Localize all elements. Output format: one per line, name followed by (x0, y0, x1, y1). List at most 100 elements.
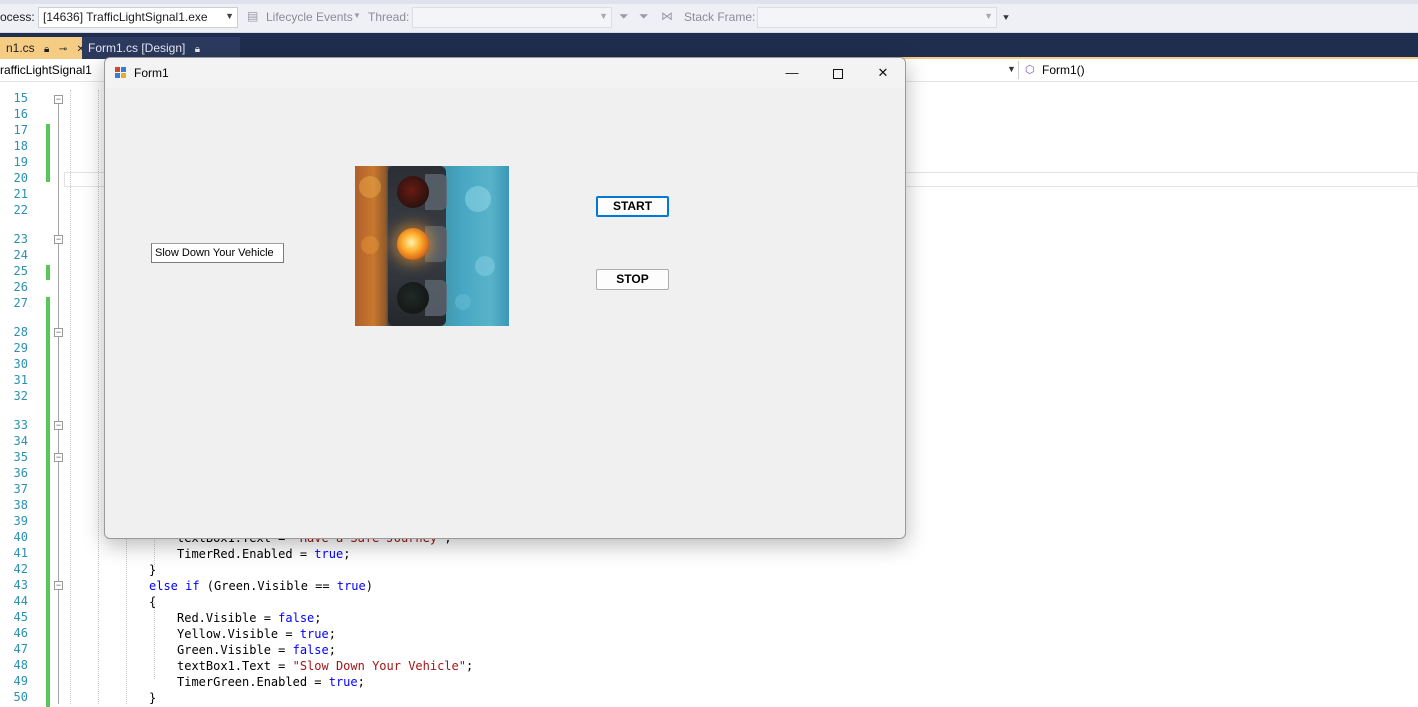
line-number-gutter: 15 16 17 18 19 20 21 22 23 24 25 26 27 28 29 30 31 32 33 34… (0, 90, 28, 705)
indent-guide (154, 602, 155, 679)
line-number: 49 (13, 674, 28, 688)
debug-toolbar: ocess: [14636] TrafficLightSignal1.exe ▼… (0, 0, 1418, 33)
collapse-stacks-icon[interactable]: ⋈ (661, 9, 673, 23)
lifecycle-events-button[interactable]: Lifecycle Events (266, 10, 353, 24)
close-button[interactable]: ✕ (860, 58, 905, 88)
change-indicator (46, 297, 50, 707)
thread-dropdown[interactable]: ▼ (412, 7, 612, 28)
tab-label: Form1.cs [Design] (88, 41, 186, 55)
chevron-down-icon: ▼ (984, 11, 993, 21)
line-number: 39 (13, 514, 28, 528)
yellow-lamp (397, 228, 429, 260)
maximize-button[interactable] (815, 58, 861, 88)
line-number: 36 (13, 466, 28, 480)
method-icon: ⬡ (1025, 64, 1035, 76)
change-indicator (46, 265, 50, 280)
collapse-icon[interactable]: − (54, 235, 63, 244)
pin-icon[interactable]: ⊸ (59, 44, 67, 55)
project-dropdown[interactable]: rafficLightSignal1 (0, 63, 92, 77)
stack-frame-label: Stack Frame: (684, 10, 756, 24)
bokeh-spot (455, 294, 471, 310)
line-number: 25 (13, 264, 28, 278)
tab-label: n1.cs (6, 41, 35, 55)
bokeh-spot (361, 236, 379, 254)
code-line: { (149, 595, 157, 609)
line-number: 22 (13, 203, 28, 217)
outline-line (58, 104, 59, 704)
line-number: 27 (13, 296, 28, 310)
form1-window[interactable]: Form1 — ✕ Slow Down Your Vehicle START S… (104, 57, 906, 539)
green-lamp (397, 282, 429, 314)
red-lamp (397, 176, 429, 208)
bokeh-spot (359, 176, 381, 198)
line-number: 16 (13, 107, 28, 121)
line-number: 38 (13, 498, 28, 512)
line-number: 19 (13, 155, 28, 169)
code-line: TimerGreen.Enabled = true; (177, 675, 365, 689)
line-number: 32 (13, 389, 28, 403)
toggle-filter-icon[interactable]: ⏷ (639, 9, 649, 24)
window-title-bar[interactable]: Form1 — ✕ (105, 58, 905, 88)
maximize-icon (833, 68, 843, 79)
collapse-icon[interactable]: − (54, 453, 63, 462)
minimize-button[interactable]: — (769, 58, 815, 88)
process-label: ocess: (0, 10, 35, 24)
start-button[interactable]: START (596, 196, 669, 217)
line-number: 23 (13, 232, 28, 246)
tab-form1-design[interactable]: Form1.cs [Design] 🔒︎ (82, 37, 240, 59)
stack-frame-dropdown[interactable]: ▼ (757, 7, 997, 28)
document-tab-bar: n1.cs 🔒︎ ⊸ ✕ Form1.cs [Design] 🔒︎ (0, 33, 1418, 59)
code-line: else if (Green.Visible == true) (149, 579, 373, 593)
lock-icon: 🔒︎ (194, 44, 201, 55)
chevron-down-icon[interactable]: ▼ (353, 11, 361, 20)
line-number: 48 (13, 658, 28, 672)
line-number: 47 (13, 642, 28, 656)
lifecycle-icon: ▤ (247, 9, 259, 23)
code-line: Green.Visible = false; (177, 643, 336, 657)
line-number: 34 (13, 434, 28, 448)
form-app-icon (115, 67, 127, 78)
stop-button[interactable]: STOP (596, 269, 669, 290)
line-number: 18 (13, 139, 28, 153)
line-number: 44 (13, 594, 28, 608)
tab-form1-cs[interactable]: n1.cs 🔒︎ ⊸ ✕ (0, 37, 85, 59)
message-textbox[interactable]: Slow Down Your Vehicle (151, 243, 284, 263)
code-line: textBox1.Text = "Slow Down Your Vehicle"… (177, 659, 474, 673)
toolbar-overflow-icon[interactable]: ⯆ (1002, 13, 1010, 24)
code-line: TimerRed.Enabled = true; (177, 547, 351, 561)
code-line: Yellow.Visible = true; (177, 627, 336, 641)
line-number: 24 (13, 248, 28, 262)
chevron-down-icon[interactable]: ▼ (1007, 64, 1016, 74)
lock-icon: 🔒︎ (44, 44, 50, 55)
member-dropdown[interactable]: Form1() (1042, 63, 1085, 77)
line-number: 17 (13, 123, 28, 137)
line-number: 41 (13, 546, 28, 560)
line-number: 33 (13, 418, 28, 432)
process-dropdown[interactable]: [14636] TrafficLightSignal1.exe ▼ (38, 7, 238, 28)
code-line: } (149, 563, 157, 577)
line-number: 15 (13, 91, 28, 105)
line-number: 29 (13, 341, 28, 355)
line-number: 40 (13, 530, 28, 544)
line-number: 26 (13, 280, 28, 294)
divider (1018, 61, 1019, 79)
change-indicator (46, 124, 50, 182)
filter-icon[interactable]: ⏷ (619, 9, 629, 24)
line-number: 37 (13, 482, 28, 496)
line-number: 46 (13, 626, 28, 640)
traffic-light-image (355, 166, 509, 326)
collapse-icon[interactable]: − (54, 581, 63, 590)
line-number: 50 (13, 690, 28, 704)
process-value: [14636] TrafficLightSignal1.exe (43, 10, 208, 24)
chevron-down-icon: ▼ (225, 11, 234, 21)
line-number: 45 (13, 610, 28, 624)
line-number: 28 (13, 325, 28, 339)
collapse-icon[interactable]: − (54, 95, 63, 104)
collapse-icon[interactable]: − (54, 421, 63, 430)
line-number: 35 (13, 450, 28, 464)
line-number: 43 (13, 578, 28, 592)
line-number: 30 (13, 357, 28, 371)
collapse-icon[interactable]: − (54, 328, 63, 337)
chevron-down-icon: ▼ (599, 11, 608, 21)
toolbar-top-strip (0, 0, 1418, 4)
